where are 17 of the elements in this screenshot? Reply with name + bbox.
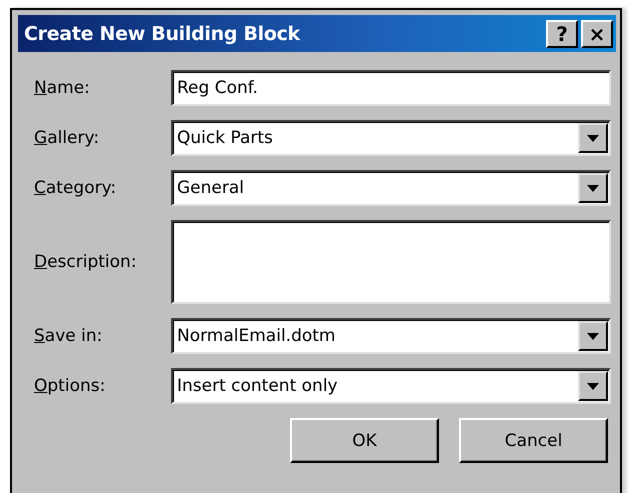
cancel-button[interactable]: Cancel — [459, 418, 608, 463]
input-field[interactable]: Reg Conf. — [171, 70, 611, 106]
help-button[interactable]: ? — [546, 20, 578, 48]
close-button[interactable]: × — [581, 20, 613, 48]
field-label: Category: — [34, 178, 118, 198]
field-label: Save in: — [34, 326, 104, 346]
dropdown-field[interactable]: Quick Parts — [171, 120, 611, 156]
dropdown-field[interactable]: NormalEmail.dotm — [171, 318, 611, 354]
field-label: Gallery: — [34, 128, 100, 148]
field-label: Name: — [34, 78, 91, 98]
window-title: Create New Building Block — [24, 22, 300, 44]
field-label: Description: — [34, 252, 138, 272]
dropdown-field[interactable]: General — [171, 170, 611, 206]
text-area[interactable] — [171, 220, 611, 304]
field-label: Options: — [34, 376, 106, 396]
dropdown-field[interactable]: Insert content only — [171, 368, 611, 404]
ok-button[interactable]: OK — [290, 418, 439, 463]
